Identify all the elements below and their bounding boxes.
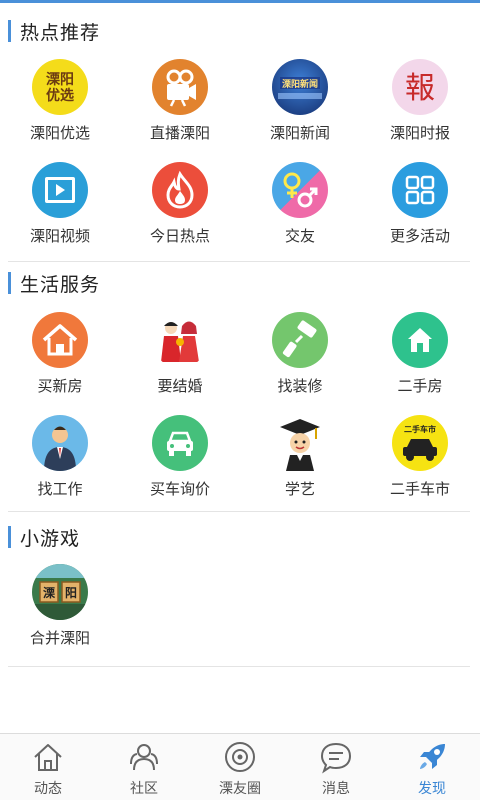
bottom-tab-bar: 动态 社区 溧友圈 消息 发现 [0,733,480,800]
grid-item-new-house[interactable]: 买新房 [0,306,120,409]
car-front-icon [152,415,208,471]
grid-apps-icon [392,162,448,218]
grid-item-label: 溧阳优选 [29,124,90,142]
grid-item-label: 直播溧阳 [149,124,210,142]
section-divider [8,261,470,262]
section-divider [8,511,470,512]
tab-messages[interactable]: 消息 [288,734,384,800]
tab-label: 发现 [418,781,446,797]
svg-text:溧阳新闻: 溧阳新闻 [282,78,318,90]
graduate-icon [272,415,328,471]
grid-item-label: 要结婚 [157,377,203,395]
hot-grid: 溧阳 优选 溧阳优选 直播溧阳 溧阳新闻 溧阳新闻 報 溧阳时报 溧阳视频 今日… [0,53,480,259]
grid-item-label: 溧阳视频 [29,227,90,245]
circle-lens-icon [225,742,255,772]
rocket-icon [420,744,445,769]
grid-item-label: 溧阳新闻 [269,124,330,142]
grid-item-more-activities[interactable]: 更多活动 [360,156,480,259]
section-header-hot: 热点推荐 [8,17,100,45]
tab-friends-circle[interactable]: 溧友圈 [192,734,288,800]
grid-item-used-car[interactable]: 二手车市 二手车市 [360,409,480,512]
liyang-youxuan-icon: 溧阳 优选 [32,59,88,115]
icon-text-line2: 优选 [46,87,74,104]
tab-label: 动态 [34,781,62,797]
section-marker [8,272,11,294]
svg-text:二手车市: 二手车市 [404,424,436,434]
games-grid: 溧 阳 合并溧阳 [0,558,480,661]
grid-item-news[interactable]: 溧阳新闻 溧阳新闻 [240,53,360,156]
grid-item-label: 合并溧阳 [29,629,90,647]
grid-item-car-price[interactable]: 买车询价 [120,409,240,512]
video-film-icon [32,162,88,218]
svg-text:溧: 溧 [43,586,56,600]
grid-item-label: 学艺 [284,480,315,498]
tab-dynamics[interactable]: 动态 [0,734,96,800]
grid-item-label: 二手车市 [389,480,450,498]
tab-community[interactable]: 社区 [96,734,192,800]
tab-label: 社区 [130,781,158,797]
section-title: 小游戏 [20,527,81,550]
grid-item-wedding[interactable]: 要结婚 [120,306,240,409]
grid-item-times[interactable]: 報 溧阳时报 [360,53,480,156]
grid-item-liyang-youxuan[interactable]: 溧阳 优选 溧阳优选 [0,53,120,156]
section-marker [8,526,11,548]
tab-label: 溧友圈 [219,781,261,797]
home-icon [34,744,62,771]
grid-item-live[interactable]: 直播溧阳 [120,53,240,156]
grid-item-label: 二手房 [397,377,443,395]
grid-item-learn-skill[interactable]: 学艺 [240,409,360,512]
flame-icon [152,162,208,218]
grid-item-label: 找装修 [277,377,323,395]
section-marker [8,20,11,42]
paint-roller-icon [272,312,328,368]
section-header-life: 生活服务 [8,269,100,297]
life-grid: 买新房 要结婚 找装修 二手房 找工作 买车询价 学艺 二手车市 二手车市 [0,306,480,512]
section-title: 热点推荐 [20,21,101,44]
discover-page: 热点推荐 溧阳 优选 溧阳优选 直播溧阳 溧阳新闻 溧阳新闻 報 溧阳时报 溧阳… [0,3,480,733]
grid-item-label: 找工作 [37,480,83,498]
grid-item-label: 今日热点 [149,227,210,245]
merge-game-icon: 溧 阳 [32,564,88,620]
grid-item-video[interactable]: 溧阳视频 [0,156,120,259]
gender-symbols-icon [272,162,328,218]
grid-item-hot-today[interactable]: 今日热点 [120,156,240,259]
section-divider [8,666,470,667]
message-bubble-icon [320,742,352,774]
grid-item-job[interactable]: 找工作 [0,409,120,512]
grid-item-label: 买新房 [37,377,83,395]
grid-item-label: 更多活动 [389,227,450,245]
wedding-couple-icon [152,312,208,368]
used-car-icon: 二手车市 [392,415,448,471]
grid-item-second-house[interactable]: 二手房 [360,306,480,409]
grid-item-label: 买车询价 [149,480,210,498]
house-icon [32,312,88,368]
section-title: 生活服务 [20,273,101,296]
grid-item-merge-liyang[interactable]: 溧 阳 合并溧阳 [0,558,120,661]
grid-item-renovation[interactable]: 找装修 [240,306,360,409]
grid-item-friends[interactable]: 交友 [240,156,360,259]
video-camera-icon [152,59,208,115]
community-icon [130,744,158,771]
grid-item-label: 交友 [284,227,315,245]
newspaper-calligraphy-icon: 報 [392,59,448,115]
liyang-news-icon: 溧阳新闻 [272,59,328,115]
tab-discover[interactable]: 发现 [384,734,480,800]
businessman-icon [32,415,88,471]
svg-text:阳: 阳 [65,585,77,600]
svg-text:報: 報 [405,71,435,106]
small-house-icon [392,312,448,368]
tab-label: 消息 [322,781,350,797]
grid-item-label: 溧阳时报 [389,124,450,142]
svg-text:溧阳: 溧阳 [46,71,74,88]
section-header-games: 小游戏 [8,523,80,551]
